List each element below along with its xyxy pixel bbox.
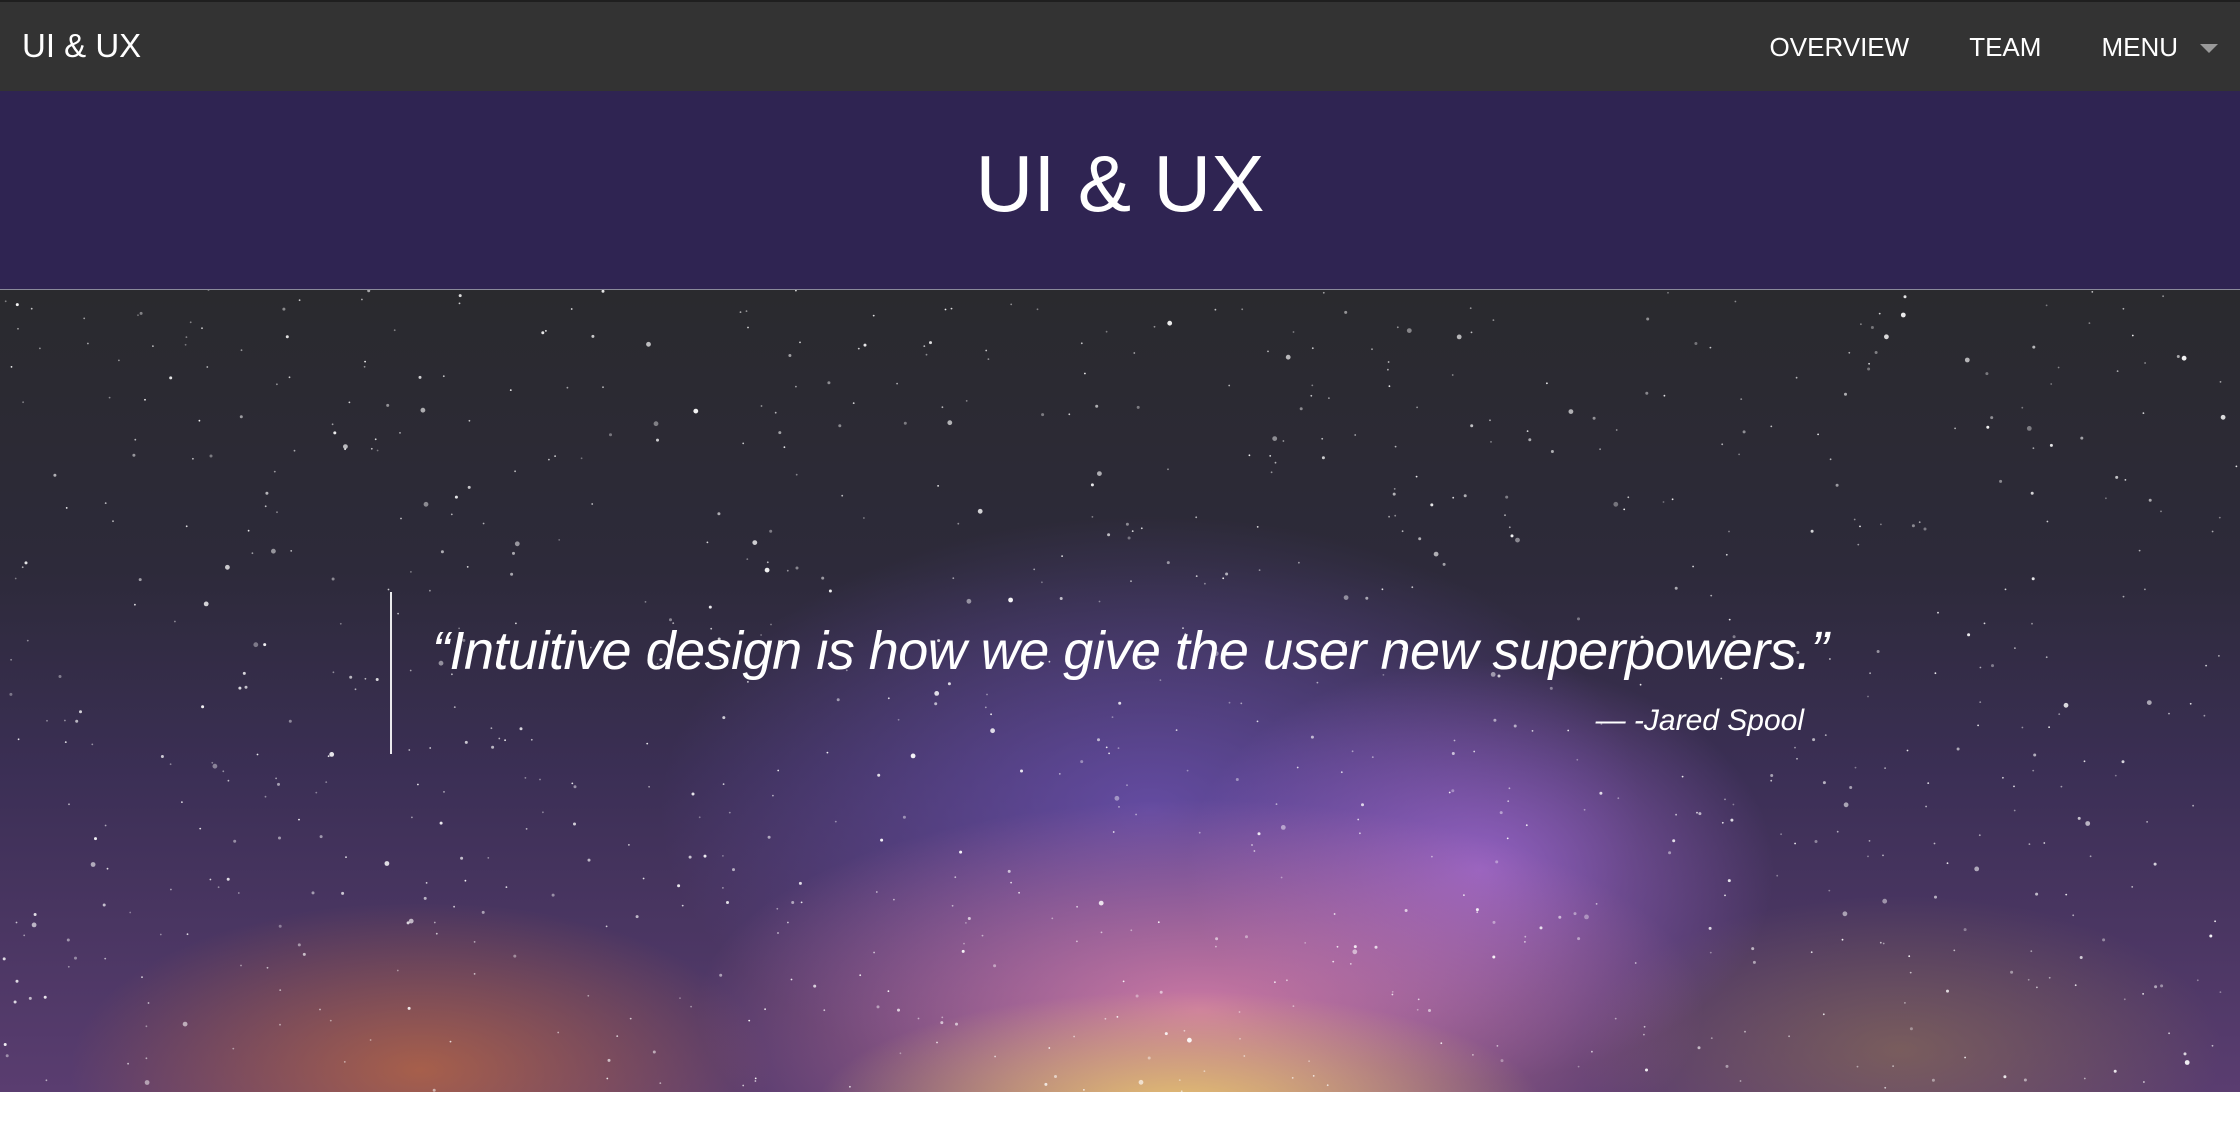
title-band: UI & UX: [0, 91, 2240, 290]
nav-item-label: OVERVIEW: [1769, 32, 1910, 62]
page-title: UI & UX: [975, 139, 1265, 228]
caret-down-icon: [2200, 44, 2218, 53]
nav-item-label: MENU: [2101, 32, 2178, 62]
nav-item-label: TEAM: [1969, 32, 2042, 62]
nav-item-overview[interactable]: OVERVIEW: [1770, 32, 1910, 63]
nav-item-menu-dropdown[interactable]: MENU: [2101, 32, 2218, 63]
hero-section: “Intuitive design is how we give the use…: [0, 290, 2240, 1092]
blockquote: “Intuitive design is how we give the use…: [390, 592, 1830, 754]
page-footer-strip: [0, 1092, 2240, 1126]
top-navbar: UI & UX OVERVIEW TEAM MENU: [0, 0, 2240, 91]
quote-text: “Intuitive design is how we give the use…: [432, 621, 1829, 681]
quote-author: — -Jared Spool: [1595, 704, 1804, 737]
page: UI & UX OVERVIEW TEAM MENU UI & UX “Intu…: [0, 0, 2240, 1126]
nav-menu: OVERVIEW TEAM MENU: [1710, 2, 2218, 93]
nav-item-team[interactable]: TEAM: [1969, 32, 2041, 63]
brand-link[interactable]: UI & UX: [22, 26, 141, 66]
